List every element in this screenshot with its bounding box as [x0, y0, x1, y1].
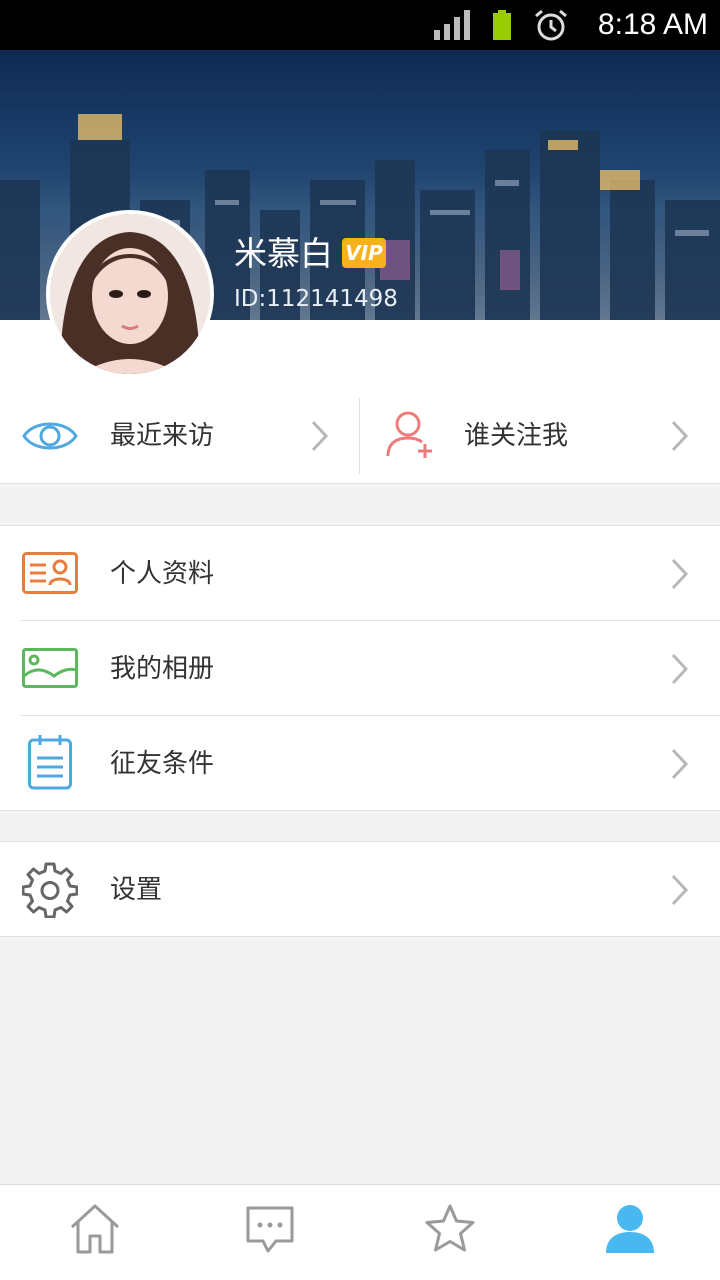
avatar[interactable]	[46, 210, 214, 378]
tab-messages[interactable]	[180, 1185, 360, 1280]
avatar-photo	[50, 214, 210, 374]
menu-item-label: 设置	[110, 875, 163, 905]
gear-icon	[22, 862, 78, 918]
recent-visitors-button[interactable]: 最近来访	[0, 388, 359, 484]
bottom-tab-bar	[0, 1184, 720, 1280]
user-name: 米慕白	[234, 234, 333, 273]
menu-item-label: 我的相册	[110, 654, 215, 684]
star-icon	[425, 1204, 475, 1252]
notepad-icon	[28, 735, 72, 790]
tab-favorites[interactable]	[360, 1185, 540, 1280]
person-icon	[606, 1205, 654, 1253]
menu-item-label: 个人资料	[110, 559, 215, 589]
chevron-right-icon	[671, 558, 689, 590]
tab-home[interactable]	[5, 1185, 185, 1280]
chat-icon	[246, 1206, 294, 1253]
chevron-right-icon	[671, 874, 689, 906]
status-bar: 8:18 AM	[0, 0, 720, 50]
alarm-icon	[535, 9, 567, 41]
eye-icon	[22, 422, 78, 450]
recent-visitors-label: 最近来访	[110, 421, 215, 451]
who-follows-me-button[interactable]: 谁关注我	[360, 388, 720, 484]
signal-icon	[434, 10, 470, 40]
chevron-right-icon	[311, 420, 329, 452]
chevron-right-icon	[671, 653, 689, 685]
battery-icon	[493, 10, 511, 40]
user-id: ID:112141498	[234, 286, 398, 312]
photo-album-icon	[22, 648, 78, 688]
menu-item-settings[interactable]: 设置	[0, 842, 720, 937]
home-icon	[70, 1204, 120, 1254]
chevron-right-icon	[671, 748, 689, 780]
clock-time: 8:18 AM	[597, 8, 708, 41]
add-user-icon	[386, 411, 432, 458]
menu-item-album[interactable]: 我的相册	[0, 621, 720, 716]
chevron-right-icon	[671, 420, 689, 452]
menu-item-profile[interactable]: 个人资料	[0, 526, 720, 621]
who-follows-me-label: 谁关注我	[464, 421, 569, 451]
tab-profile[interactable]	[540, 1185, 720, 1280]
profile-card-icon	[22, 552, 78, 594]
menu-item-label: 征友条件	[110, 749, 215, 779]
menu-item-conditions[interactable]: 征友条件	[0, 716, 720, 811]
vip-badge: VIP	[342, 238, 386, 268]
